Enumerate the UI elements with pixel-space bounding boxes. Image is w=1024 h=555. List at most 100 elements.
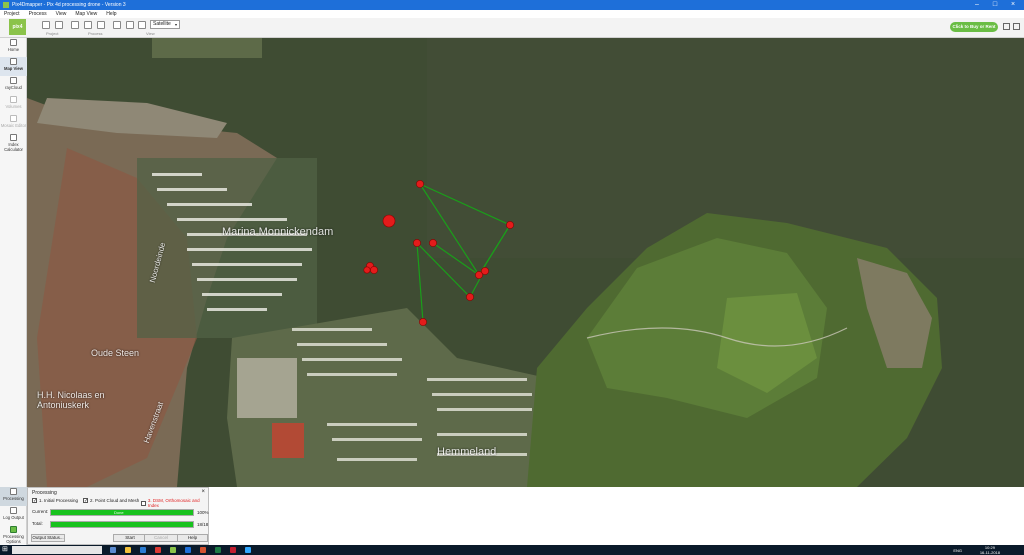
output-status-button[interactable]: Output Status... [31, 534, 65, 542]
sidebar-item-label: Index Calculator [4, 142, 23, 152]
zoom-out-icon[interactable] [138, 21, 146, 29]
basemap-select[interactable]: Satellite ▾ [150, 20, 180, 29]
maximize-icon[interactable]: □ [986, 0, 1004, 10]
map-label-hemmeland: Hemmeland [437, 446, 497, 458]
camera-point[interactable] [416, 180, 424, 188]
menu-bar: Project Process View Map View Help [0, 10, 1024, 18]
chrome-icon[interactable] [155, 547, 161, 553]
minimize-icon[interactable]: – [968, 0, 986, 10]
sidebar-item-processing-options[interactable]: Processing Options [0, 525, 27, 544]
group-process: Process [88, 31, 103, 36]
menu-help[interactable]: Help [106, 11, 116, 17]
map-icon [10, 58, 17, 65]
pix4d-taskbar-icon[interactable] [170, 547, 176, 553]
total-label: Total: [32, 521, 43, 526]
camera-point[interactable] [481, 267, 489, 275]
sidebar-item-label: Home [7, 47, 20, 52]
checkbox-checked-icon[interactable]: ✓ [32, 498, 37, 504]
step-label: 1. Initial Processing [39, 498, 79, 503]
sidebar-item-label: Map View [3, 66, 23, 71]
checkbox-unchecked-icon[interactable] [141, 500, 146, 506]
raycloud-icon [10, 77, 17, 84]
word-icon[interactable] [185, 547, 191, 553]
zoom-in-icon[interactable] [126, 21, 134, 29]
total-progress-fill [51, 522, 193, 527]
select-icon[interactable] [113, 21, 121, 29]
excel-icon[interactable] [215, 547, 221, 553]
camera-point[interactable] [413, 239, 421, 247]
menu-view[interactable]: View [56, 11, 67, 17]
cloud-icon[interactable] [97, 21, 105, 29]
close-icon[interactable]: × [201, 489, 205, 495]
pix4d-logo: pix4 [9, 19, 26, 35]
sidebar: Home Map View rayCloud Volumes Mosaic Ed… [0, 38, 27, 545]
print-icon[interactable] [84, 21, 92, 29]
mosaic-icon [10, 115, 17, 122]
chevron-down-icon: ▾ [174, 22, 177, 27]
powerpoint-icon[interactable] [200, 547, 206, 553]
sidebar-item-raycloud[interactable]: rayCloud [0, 76, 27, 95]
camera-point[interactable] [363, 266, 371, 274]
map-label-oude-steen: Oude Steen [91, 348, 140, 358]
photoshop-icon[interactable] [245, 547, 251, 553]
title-bar: Pix4Dmapper - Pix 4d processing drone - … [0, 0, 1024, 10]
camera-point[interactable] [370, 266, 378, 274]
camera-point[interactable] [466, 293, 474, 301]
sidebar-bottom: Processing Log Output Processing Options [0, 487, 27, 544]
edge-icon[interactable] [140, 547, 146, 553]
help-button[interactable]: Help [177, 534, 208, 542]
step-label: 2. Point Cloud and Mesh [90, 498, 140, 503]
buy-or-rent-button[interactable]: Click to Buy or Rent [950, 22, 998, 32]
acrobat-icon[interactable] [230, 547, 236, 553]
checkbox-checked-icon[interactable]: ✓ [83, 498, 88, 504]
current-status-text: Done [114, 510, 124, 515]
map-view[interactable]: Marina Monnickendam Oude Steen H.H. Nico… [27, 38, 1024, 487]
group-project: Project [46, 31, 59, 36]
log-icon [10, 507, 17, 514]
sidebar-item-map-view[interactable]: Map View [0, 57, 27, 76]
sidebar-item-index-calculator[interactable]: Index Calculator [0, 133, 27, 152]
sidebar-item-log-output[interactable]: Log Output [0, 506, 27, 525]
help-icon[interactable] [1003, 23, 1010, 30]
camera-point[interactable] [419, 318, 427, 326]
sidebar-item-processing[interactable]: Processing [0, 487, 27, 506]
sidebar-item-label: Processing Options [3, 534, 24, 544]
windows-start-icon[interactable]: ⊞ [2, 546, 10, 554]
system-clock[interactable]: 10:29 16-11-2018 [980, 545, 1000, 555]
account-icon[interactable] [1013, 23, 1020, 30]
step-label: 3. DSM, Orthomosaic and Index [147, 498, 200, 508]
menu-process[interactable]: Process [29, 11, 47, 17]
total-progress-bar [50, 521, 194, 528]
task-view-icon[interactable] [110, 547, 116, 553]
sidebar-item-label: Processing [3, 496, 24, 501]
open-project-icon[interactable] [55, 21, 63, 29]
processing-panel: Processing × ✓ 1. Initial Processing ✓ 2… [27, 487, 209, 545]
processing-icon [10, 488, 17, 495]
close-icon[interactable]: × [1004, 0, 1022, 10]
step-point-cloud[interactable]: ✓ 2. Point Cloud and Mesh [83, 498, 140, 504]
clock-date: 16-11-2018 [979, 550, 1000, 555]
new-project-icon[interactable] [42, 21, 50, 29]
step-dsm-orthomosaic[interactable]: 3. DSM, Orthomosaic and Index [141, 498, 208, 508]
boat-storage [237, 358, 297, 418]
menu-map-view[interactable]: Map View [75, 11, 97, 17]
camera-point[interactable] [429, 239, 437, 247]
cancel-button[interactable]: Cancel [144, 534, 178, 542]
language-indicator[interactable]: ENG [953, 548, 962, 553]
step-initial-processing[interactable]: ✓ 1. Initial Processing [32, 498, 79, 504]
current-label: Current: [32, 509, 49, 514]
camera-point[interactable] [506, 221, 514, 229]
start-button[interactable]: Start [113, 534, 147, 542]
sidebar-item-mosaic-editor[interactable]: Mosaic Editor [0, 114, 27, 133]
sidebar-item-home[interactable]: Home [0, 38, 27, 57]
sidebar-item-volumes[interactable]: Volumes [0, 95, 27, 114]
toolbar: pix4 Project Process View Satellite ▾ Cl… [0, 18, 1024, 38]
options-icon [10, 526, 17, 533]
camera-point[interactable] [382, 214, 396, 228]
app-icon [3, 2, 9, 8]
taskbar-search[interactable] [12, 546, 102, 554]
index-icon [10, 134, 17, 141]
menu-project[interactable]: Project [4, 11, 20, 17]
file-explorer-icon[interactable] [125, 547, 131, 553]
local-processing-icon[interactable] [71, 21, 79, 29]
